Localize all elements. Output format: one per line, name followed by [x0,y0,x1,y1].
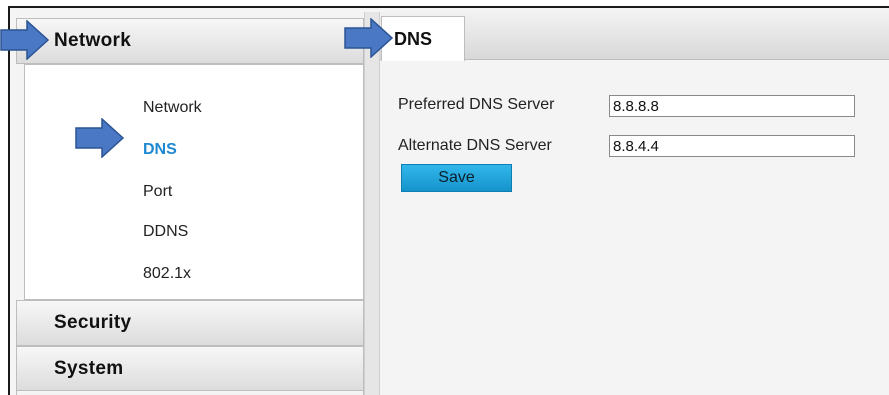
sidebar-item-port[interactable]: Port [143,183,172,201]
tab-bar: DNS [380,12,889,61]
save-button-label: Save [438,169,475,186]
accordion-network[interactable]: Network [16,18,364,64]
accordion-network-label: Network [54,30,132,51]
sidebar-splitter[interactable] [364,12,380,395]
content-panel: DNS Preferred DNS Server Alternate DNS S… [380,12,889,395]
preferred-dns-input[interactable] [609,95,855,117]
accordion-security-label: Security [54,312,132,333]
save-button[interactable]: Save [401,164,512,192]
arrow-pointer-icon [0,20,50,60]
arrow-pointer-icon [344,18,394,58]
alternate-dns-label: Alternate DNS Server [398,137,552,154]
preferred-dns-label: Preferred DNS Server [398,96,555,113]
accordion-system-label: System [54,358,124,379]
accordion-system[interactable]: System [16,346,364,392]
tab-dns-label: DNS [394,28,433,49]
sidebar: Network Network DNS Port DDNS 802.1x Sec… [16,12,364,395]
sidebar-item-8021x[interactable]: 802.1x [143,265,191,283]
arrow-pointer-icon [75,118,125,158]
network-submenu: Network DNS Port DDNS 802.1x [24,64,364,300]
accordion-next[interactable] [16,390,364,395]
sidebar-item-dns[interactable]: DNS [143,141,177,159]
sidebar-item-network[interactable]: Network [143,99,202,117]
accordion-security[interactable]: Security [16,300,364,346]
sidebar-item-ddns[interactable]: DDNS [143,223,188,241]
alternate-dns-input[interactable] [609,135,855,157]
